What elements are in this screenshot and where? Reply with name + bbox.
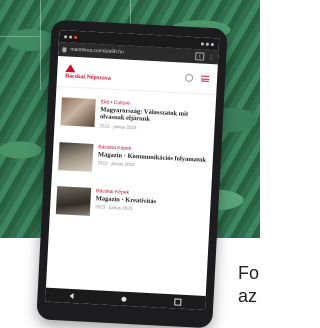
article-thumbnail[interactable] — [58, 142, 94, 172]
header-actions — [184, 73, 210, 83]
wifi-icon — [200, 41, 205, 46]
article-item[interactable]: Élet • Culture Magyarország: Válasszatok… — [60, 97, 209, 134]
kebab-menu-icon[interactable]: ⋮ — [208, 53, 214, 60]
grid-line — [40, 0, 41, 90]
caption-line: az — [238, 286, 258, 307]
article-list: Élet • Culture Magyarország: Válasszatok… — [50, 87, 216, 222]
search-icon[interactable] — [184, 73, 194, 83]
menu-bar — [201, 77, 210, 80]
site-logo[interactable]: Bácskai Népszava — [65, 64, 112, 81]
article-thumbnail[interactable] — [55, 186, 92, 216]
system-icons — [200, 41, 214, 46]
home-icon[interactable] — [121, 296, 127, 302]
caption-line: Fo — [238, 263, 260, 283]
tablet-screen: mantekva.com/a/a9b.hu 1 ⋮ Bácskai Népsza… — [45, 30, 220, 311]
signal-icon — [205, 42, 209, 46]
hamburger-menu-icon[interactable] — [200, 75, 210, 82]
notification-icon — [74, 35, 78, 39]
recent-apps-icon[interactable] — [174, 297, 182, 306]
article-meta: Bácskai Képek Magazin · Kreativitás 2023… — [95, 188, 205, 222]
grid-line — [0, 36, 40, 37]
battery-icon — [210, 42, 214, 46]
logo-text: Bácskai Népszava — [64, 72, 111, 82]
notification-icon — [64, 34, 68, 38]
notification-icon — [69, 35, 73, 39]
tabs-button[interactable]: 1 — [195, 52, 205, 61]
tablet-device: mantekva.com/a/a9b.hu 1 ⋮ Bácskai Népsza… — [36, 19, 228, 328]
menu-bar — [201, 75, 210, 77]
article-meta: Élet • Culture Magyarország: Válasszatok… — [99, 99, 209, 134]
notification-icons — [64, 34, 78, 39]
article-item[interactable]: Bácskai Képek Magazin · Kommunikációs fo… — [58, 142, 207, 178]
article-thumbnail[interactable] — [60, 97, 96, 127]
back-icon[interactable] — [69, 292, 74, 300]
menu-bar — [200, 80, 209, 82]
article-item[interactable]: Bácskai Képek Magazin · Kreativitás 2023… — [55, 186, 205, 222]
caption-text: Fo az — [238, 262, 259, 309]
lock-icon — [62, 46, 67, 52]
logo-mark-icon — [65, 64, 75, 73]
android-nav-bar — [45, 287, 206, 311]
article-meta: Bácskai Képek Magazin · Kommunikációs fo… — [97, 144, 207, 178]
